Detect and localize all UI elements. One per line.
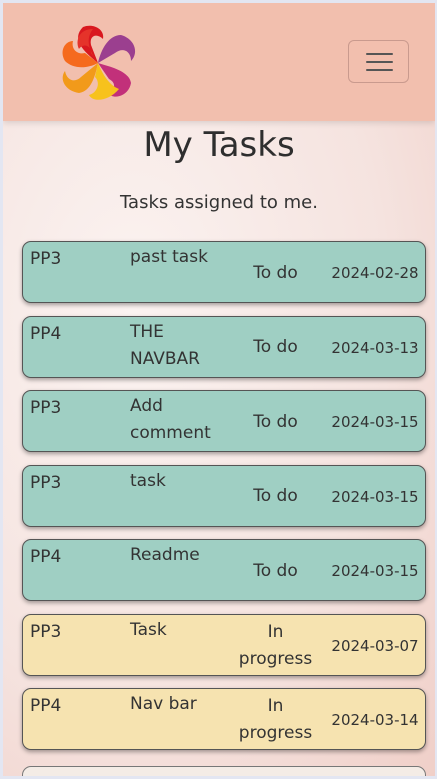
task-project: PP4 [30, 323, 62, 344]
page-subtitle: Tasks assigned to me. [120, 192, 318, 213]
task-card[interactable]: PP3 task To do 2024-03-15 [22, 464, 426, 527]
task-title: Readme [130, 545, 200, 565]
task-project: PP4 [30, 696, 62, 716]
swirl-logo-icon[interactable] [53, 21, 143, 105]
task-project: PP3 [30, 621, 62, 642]
task-project: PP3 [30, 249, 62, 269]
task-due-date: 2024-03-15 [331, 413, 419, 431]
app-viewport: My Tasks Tasks assigned to me. PP3 past … [3, 3, 435, 776]
task-project: PP3 [30, 398, 62, 418]
task-title: Add comment [130, 396, 211, 443]
task-card[interactable]: PP4 Readme To do 2024-03-15 [22, 539, 426, 601]
task-card-partial[interactable] [22, 766, 426, 776]
task-due-date: 2024-03-15 [331, 487, 419, 506]
task-project: PP3 [30, 472, 62, 493]
hamburger-menu-icon [366, 61, 393, 63]
task-status: To do [253, 486, 298, 506]
task-title: Nav bar [130, 694, 197, 714]
task-due-date: 2024-03-07 [331, 636, 419, 655]
hamburger-menu-icon [366, 53, 393, 55]
task-list: PP3 past task To do 2024-02-28 PP4 THE N… [22, 241, 426, 763]
task-card[interactable]: PP3 Task In progress 2024-03-07 [22, 613, 426, 676]
task-due-date: 2024-02-28 [331, 264, 419, 282]
page-title: My Tasks [143, 125, 295, 165]
navbar [3, 3, 435, 121]
task-project: PP4 [30, 547, 62, 567]
hamburger-menu-icon [366, 69, 393, 71]
task-title: THE NAVBAR [130, 321, 200, 369]
task-card[interactable]: PP3 Add comment To do 2024-03-15 [22, 390, 426, 452]
task-card[interactable]: PP4 THE NAVBAR To do 2024-03-13 [22, 315, 426, 378]
task-due-date: 2024-03-15 [331, 562, 419, 580]
task-title: past task [130, 247, 208, 267]
task-status: To do [253, 262, 298, 283]
task-status: In progress [238, 696, 313, 743]
task-title: Task [130, 619, 167, 640]
task-status: In progress [238, 621, 313, 669]
task-due-date: 2024-03-13 [331, 338, 419, 357]
menu-toggle-button[interactable] [348, 40, 409, 83]
task-card[interactable]: PP3 past task To do 2024-02-28 [22, 241, 426, 303]
task-title: task [130, 470, 166, 491]
task-status: To do [253, 411, 298, 432]
task-status: To do [253, 337, 298, 357]
task-status: To do [253, 560, 298, 581]
task-due-date: 2024-03-14 [331, 711, 419, 729]
task-card[interactable]: PP4 Nav bar In progress 2024-03-14 [22, 688, 426, 750]
